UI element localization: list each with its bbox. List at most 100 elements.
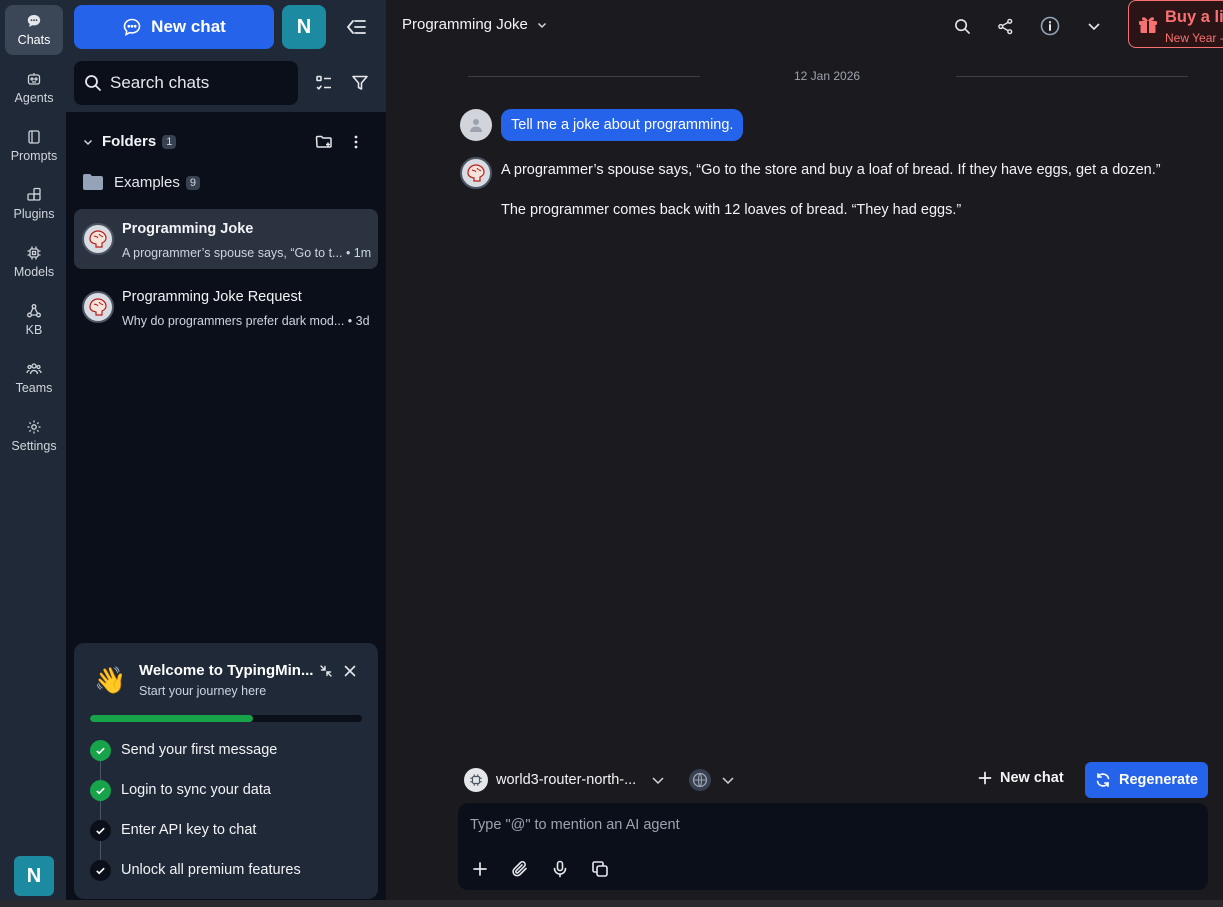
- folders-section-header[interactable]: Folders 1: [66, 128, 386, 156]
- list-view-button[interactable]: [310, 69, 338, 97]
- close-icon: [344, 665, 356, 677]
- window-bottom-edge: [0, 900, 1223, 907]
- rail-item-settings[interactable]: Settings: [5, 411, 63, 461]
- ai-message-line: A programmer’s spouse says, “Go to the s…: [501, 162, 1161, 178]
- check-circle-icon: [90, 739, 111, 761]
- rail-label-settings: Settings: [11, 439, 57, 453]
- agents-icon: [27, 73, 41, 85]
- paperclip-icon: [512, 861, 527, 877]
- user-message: Tell me a joke about programming.: [501, 109, 744, 141]
- info-button[interactable]: [1036, 12, 1064, 40]
- list-icon: [316, 75, 331, 90]
- folders-title: Folders: [102, 133, 157, 150]
- new-chat-button[interactable]: New chat: [74, 5, 274, 49]
- regenerate-label: Regenerate: [1119, 772, 1198, 788]
- new-chat-inline-label: New chat: [1000, 770, 1064, 786]
- rail-item-chats[interactable]: Chats: [5, 5, 63, 55]
- divider-line: [468, 76, 700, 77]
- rail-item-plugins[interactable]: Plugins: [5, 179, 63, 229]
- rail-item-models[interactable]: Models: [5, 237, 63, 287]
- user-avatar[interactable]: N: [14, 856, 54, 896]
- search-input[interactable]: [110, 73, 290, 93]
- step-label: Enter API key to chat: [121, 822, 257, 838]
- welcome-subtitle: Start your journey here: [139, 684, 267, 698]
- model-selector[interactable]: world3-router-north-...: [464, 766, 666, 794]
- rail-item-kb[interactable]: KB: [5, 295, 63, 345]
- regenerate-button[interactable]: Regenerate: [1085, 762, 1208, 798]
- filter-button[interactable]: [346, 69, 374, 97]
- close-card-button[interactable]: [336, 657, 364, 685]
- folder-icon: [83, 174, 103, 190]
- rail-label-chats: Chats: [17, 33, 51, 47]
- chip-icon: [27, 246, 41, 260]
- search-chat-button[interactable]: [948, 12, 976, 40]
- globe-icon: [689, 769, 711, 791]
- sidebar-header: New chat N: [66, 0, 386, 112]
- collapse-icon: [346, 20, 366, 34]
- new-chat-label: New chat: [151, 17, 226, 36]
- onboarding-step[interactable]: Send your first message: [90, 739, 277, 761]
- chat-list-item[interactable]: Programming Joke A programmer’s spouse s…: [74, 209, 378, 269]
- folders-more-button[interactable]: [342, 128, 370, 156]
- book-icon: [28, 130, 40, 144]
- chat-sidebar: New chat N Folders 1 Examples 9: [66, 0, 386, 907]
- prompt-library-button[interactable]: [588, 857, 612, 881]
- chat-bubble-icon: [123, 18, 141, 36]
- folder-name: Examples: [114, 173, 180, 191]
- more-options-button[interactable]: [1080, 12, 1108, 40]
- progress-fill: [90, 715, 254, 722]
- folders-label: Folders 1: [102, 133, 177, 150]
- folder-item-examples[interactable]: Examples 9: [82, 170, 200, 194]
- chat-time: • 3d: [347, 314, 370, 328]
- message-input[interactable]: [470, 817, 1190, 841]
- promo-banner[interactable]: Buy a li New Year -: [1128, 0, 1223, 48]
- rail-item-teams[interactable]: Teams: [5, 353, 63, 403]
- date-label: 12 Jan 2026: [794, 69, 861, 83]
- chat-title-dropdown[interactable]: Programming Joke: [402, 16, 548, 33]
- promo-title: Buy a li: [1165, 8, 1223, 26]
- web-access-toggle[interactable]: [688, 766, 736, 794]
- chat-bubble-icon: [27, 15, 41, 27]
- onboarding-step[interactable]: Unlock all premium features: [90, 859, 301, 881]
- collapse-sidebar-button[interactable]: [342, 13, 370, 41]
- info-icon: [1040, 16, 1060, 36]
- folders-count-badge: 1: [162, 135, 177, 149]
- microphone-icon: [553, 860, 567, 878]
- rail-item-agents[interactable]: Agents: [5, 63, 63, 113]
- attach-button[interactable]: [508, 857, 532, 881]
- chat-header-title: Programming Joke: [402, 16, 528, 33]
- brain-icon: [89, 298, 107, 316]
- step-label: Send your first message: [121, 742, 278, 758]
- promo-subtitle: New Year -: [1165, 31, 1223, 45]
- voice-input-button[interactable]: [548, 857, 572, 881]
- onboarding-step[interactable]: Enter API key to chat: [90, 819, 256, 841]
- chat-list-item[interactable]: Programming Joke Request Why do programm…: [74, 277, 378, 337]
- agent-avatar: [82, 291, 114, 323]
- onboarding-progress-bar: [90, 715, 362, 722]
- gear-icon: [27, 420, 41, 434]
- search-chats-box[interactable]: [74, 61, 298, 105]
- chevron-down-icon: [1088, 23, 1100, 31]
- new-chat-inline-button[interactable]: New chat: [978, 770, 1064, 786]
- model-chip-icon: [464, 768, 488, 792]
- chat-preview: A programmer’s spouse says, “Go to t... …: [122, 246, 371, 260]
- chevron-down-icon: [83, 139, 93, 146]
- rail-item-prompts[interactable]: Prompts: [5, 121, 63, 171]
- more-vertical-icon: [354, 135, 358, 149]
- welcome-card: 👋 Welcome to TypingMin... Start your jou…: [74, 643, 378, 899]
- new-folder-button[interactable]: [310, 128, 338, 156]
- date-divider: 12 Jan 2026: [468, 68, 1188, 84]
- add-button[interactable]: [468, 857, 492, 881]
- chat-title: Programming Joke Request: [122, 289, 302, 305]
- onboarding-step[interactable]: Login to sync your data: [90, 779, 271, 801]
- gift-icon: [1139, 17, 1157, 33]
- person-icon: [470, 119, 482, 132]
- chat-main: Programming Joke Buy a li New Year - 12 …: [386, 0, 1223, 907]
- workspace-avatar[interactable]: N: [282, 5, 326, 49]
- share-button[interactable]: [991, 12, 1019, 40]
- chat-time: • 1m: [345, 246, 372, 260]
- chevron-down-icon: [722, 777, 734, 785]
- chat-preview-text: Why do programmers prefer dark mod...: [122, 314, 345, 328]
- agent-avatar: [82, 223, 114, 255]
- composer-toolbar: world3-router-north-... New chat Regener…: [464, 762, 1208, 798]
